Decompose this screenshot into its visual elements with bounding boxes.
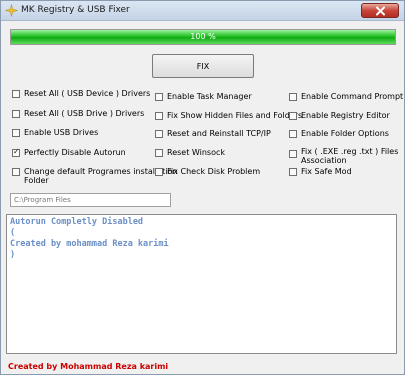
app-window: MK Registry & USB Fixer 100 % FIX Reset … [0,0,405,375]
log-line: ) [10,250,16,260]
checkbox[interactable] [289,112,297,120]
checkbox[interactable] [289,168,297,176]
fix-button[interactable]: FIX [152,54,254,78]
install-folder-field[interactable] [10,193,171,207]
checkbox[interactable] [155,112,163,120]
option-label: Reset All ( USB Drive ) Drivers [24,109,145,118]
log-output[interactable]: Autorun Completly Disabled ( Created by … [6,214,397,354]
checkbox[interactable] [12,168,20,176]
option-label: Enable Command Prompt [301,92,404,101]
progress-label: 100 % [190,32,216,41]
option-label-line2: Folder [24,176,49,185]
checkbox[interactable] [289,130,297,138]
option-label: Reset All ( USB Device ) Drivers [24,89,151,98]
checkbox[interactable] [155,168,163,176]
option-label: Reset Winsock [167,148,226,157]
close-button[interactable] [361,3,399,18]
option-label: Perfectly Disable Autorun [24,148,126,157]
option-label: Reset and Reinstall TCP/IP [167,129,271,138]
window-title: MK Registry & USB Fixer [21,5,130,15]
option-label-line2: Association [301,156,347,165]
option-label: Enable Task Manager [167,92,252,101]
log-line: ( [10,228,16,238]
option-label: Fix Show Hidden Files and Folders [167,111,303,120]
checkbox[interactable] [289,150,297,158]
checkbox[interactable] [12,110,20,118]
checkbox[interactable] [12,90,20,98]
progress-bar: 100 % [10,29,396,45]
option-label: Enable Registry Editor [301,111,390,120]
log-line: Created by mohammad Reza karimi [10,239,169,249]
checkbox-checked[interactable] [12,147,20,157]
title-bar[interactable]: MK Registry & USB Fixer [1,1,404,21]
log-line: Autorun Completly Disabled [10,217,144,227]
option-label: Enable USB Drives [24,128,99,137]
close-icon [376,6,385,16]
author-credit: Created by Mohammad Reza karimi [8,362,169,371]
checkbox[interactable] [12,129,20,137]
checkbox[interactable] [155,130,163,138]
option-label: Enable Folder Options [301,129,389,138]
sparkle-icon [4,4,19,17]
option-label: Fix Safe Mod [301,167,352,176]
option-label: Fix Check Disk Problem [167,167,261,176]
checkbox[interactable] [155,93,163,101]
checkbox[interactable] [289,93,297,101]
checkbox[interactable] [155,149,163,157]
